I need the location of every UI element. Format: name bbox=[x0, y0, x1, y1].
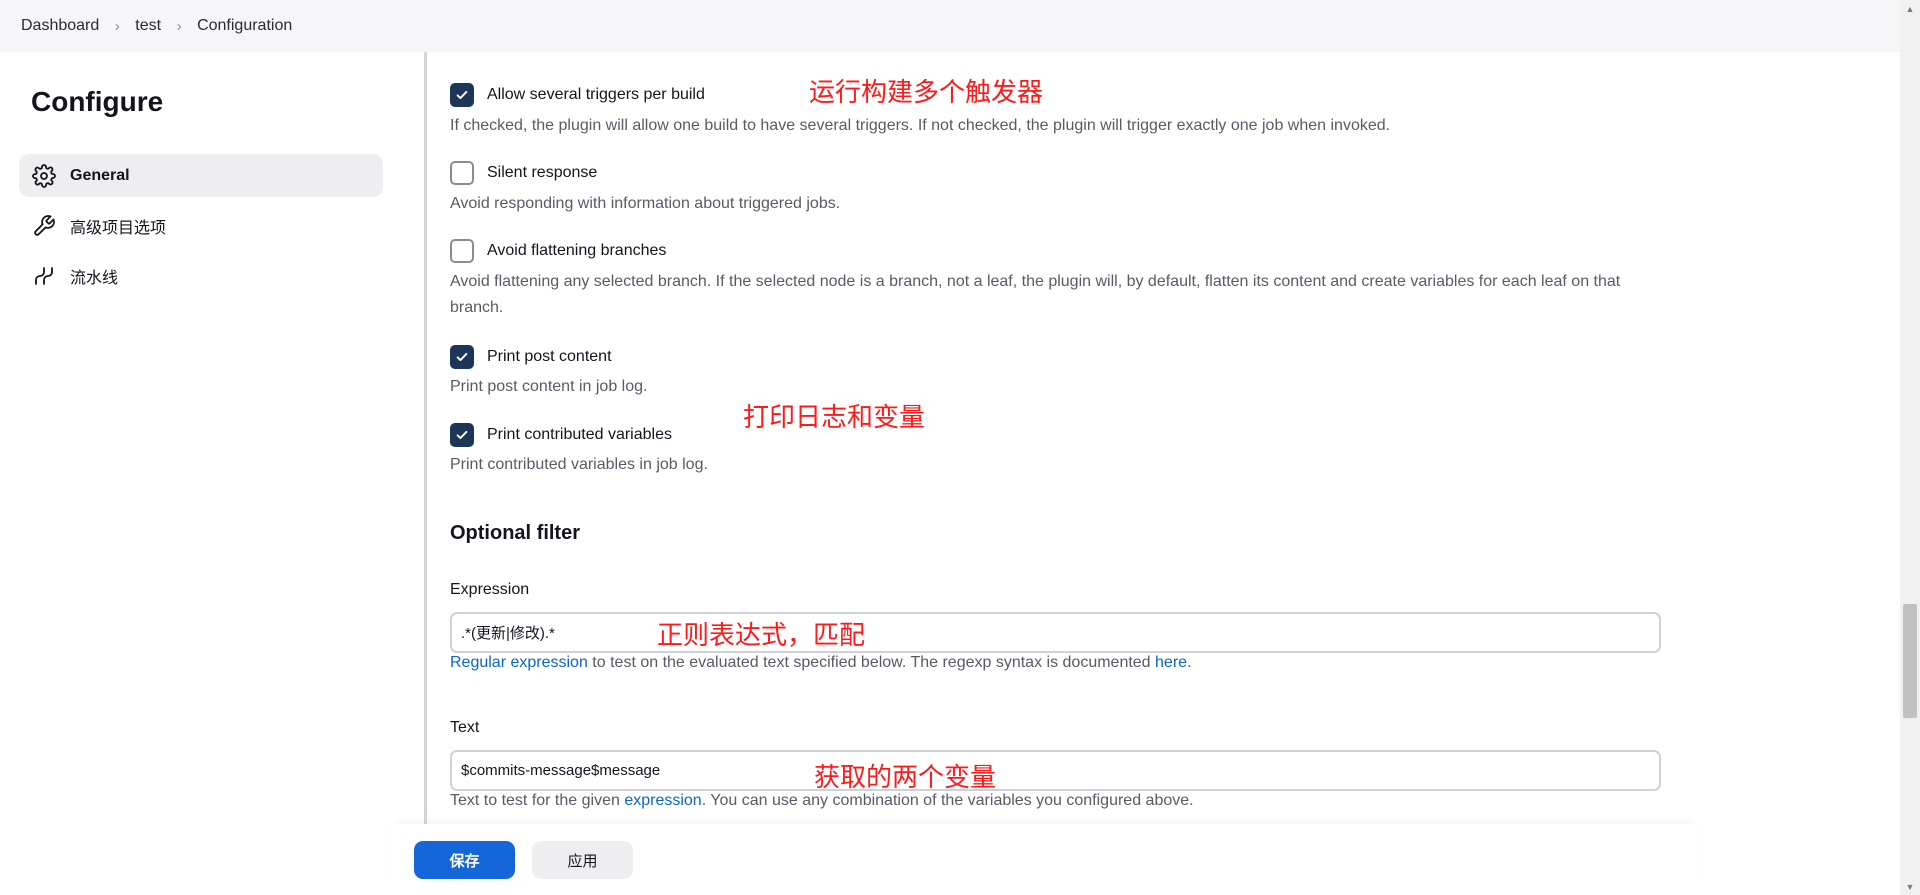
main-content: Allow several triggers per build If chec… bbox=[450, 52, 1870, 822]
option-print-post-content[interactable]: Print post content bbox=[450, 345, 612, 369]
option-description: If checked, the plugin will allow one bu… bbox=[450, 117, 1391, 134]
annotation-print: 打印日志和变量 bbox=[743, 402, 926, 432]
option-description: Print contributed variables in job log. bbox=[450, 456, 708, 473]
option-description: Avoid flattening any selected branch. If… bbox=[450, 273, 1621, 316]
sidebar-item-label: 流水线 bbox=[70, 269, 119, 287]
breadcrumb: Dashboard › test › Configuration bbox=[0, 0, 1900, 52]
gear-icon bbox=[32, 163, 56, 188]
checkbox-allow-several-triggers[interactable] bbox=[450, 83, 474, 107]
checkbox-avoid-flattening[interactable] bbox=[450, 239, 474, 263]
checkbox-silent-response[interactable] bbox=[450, 161, 474, 185]
text-input[interactable] bbox=[450, 750, 1661, 791]
here-link[interactable]: here bbox=[1155, 654, 1187, 671]
vertical-scrollbar[interactable]: ▲ ▼ bbox=[1900, 0, 1920, 895]
option-description: Avoid responding with information about … bbox=[450, 195, 841, 212]
sidebar-item-general[interactable]: General bbox=[19, 154, 383, 197]
option-label: Avoid flattening branches bbox=[487, 242, 667, 259]
option-silent-response[interactable]: Silent response bbox=[450, 161, 597, 185]
scrollbar-thumb[interactable] bbox=[1903, 604, 1917, 718]
pipeline-icon bbox=[32, 264, 56, 288]
option-label: Allow several triggers per build bbox=[487, 86, 705, 103]
breadcrumb-test[interactable]: test bbox=[135, 17, 161, 35]
chevron-right-icon: › bbox=[176, 17, 182, 35]
annotation-regex: 正则表达式，匹配 bbox=[657, 620, 866, 650]
chevron-right-icon: › bbox=[114, 17, 120, 35]
option-print-contributed-variables[interactable]: Print contributed variables bbox=[450, 423, 672, 447]
save-button[interactable]: 保存 bbox=[414, 841, 515, 879]
breadcrumb-configuration[interactable]: Configuration bbox=[197, 17, 292, 35]
checkbox-print-contributed-variables[interactable] bbox=[450, 423, 474, 447]
sidebar-item-label: 高级项目选项 bbox=[70, 219, 167, 237]
expression-help: Regular expression to test on the evalua… bbox=[450, 654, 1192, 671]
option-description: Print post content in job log. bbox=[450, 378, 648, 395]
regular-expression-link[interactable]: Regular expression bbox=[450, 654, 588, 671]
expression-label: Expression bbox=[450, 581, 530, 598]
check-icon bbox=[456, 430, 468, 440]
scroll-down-icon[interactable]: ▼ bbox=[1900, 878, 1920, 895]
action-bar: 保存 应用 bbox=[390, 824, 1700, 895]
annotation-vars: 获取的两个变量 bbox=[814, 762, 997, 792]
option-label: Print contributed variables bbox=[487, 426, 672, 443]
option-avoid-flattening[interactable]: Avoid flattening branches bbox=[450, 239, 666, 263]
breadcrumb-dashboard[interactable]: Dashboard bbox=[21, 17, 99, 35]
check-icon bbox=[456, 90, 468, 100]
text-help: Text to test for the given expression. Y… bbox=[450, 792, 1194, 809]
text-label: Text bbox=[450, 719, 480, 736]
option-label: Silent response bbox=[487, 164, 598, 181]
apply-button[interactable]: 应用 bbox=[532, 841, 633, 879]
wrench-icon bbox=[32, 214, 56, 238]
section-title-optional-filter: Optional filter bbox=[450, 522, 580, 544]
page-title: Configure bbox=[31, 86, 164, 117]
sidebar-item-label: General bbox=[70, 166, 130, 184]
sidebar-item-advanced[interactable]: 高级项目选项 bbox=[19, 204, 383, 247]
check-icon bbox=[456, 352, 468, 362]
annotation-triggers: 运行构建多个触发器 bbox=[809, 77, 1044, 107]
expression-link[interactable]: expression bbox=[624, 792, 701, 809]
option-allow-several-triggers[interactable]: Allow several triggers per build bbox=[450, 83, 705, 107]
checkbox-print-post-content[interactable] bbox=[450, 345, 474, 369]
scroll-up-icon[interactable]: ▲ bbox=[1900, 0, 1920, 17]
expression-input[interactable] bbox=[450, 612, 1661, 653]
sidebar: Configure General 高级项目选项 流水线 bbox=[0, 52, 420, 895]
content-divider bbox=[424, 52, 427, 824]
option-label: Print post content bbox=[487, 348, 612, 365]
sidebar-item-pipeline[interactable]: 流水线 bbox=[19, 254, 383, 297]
